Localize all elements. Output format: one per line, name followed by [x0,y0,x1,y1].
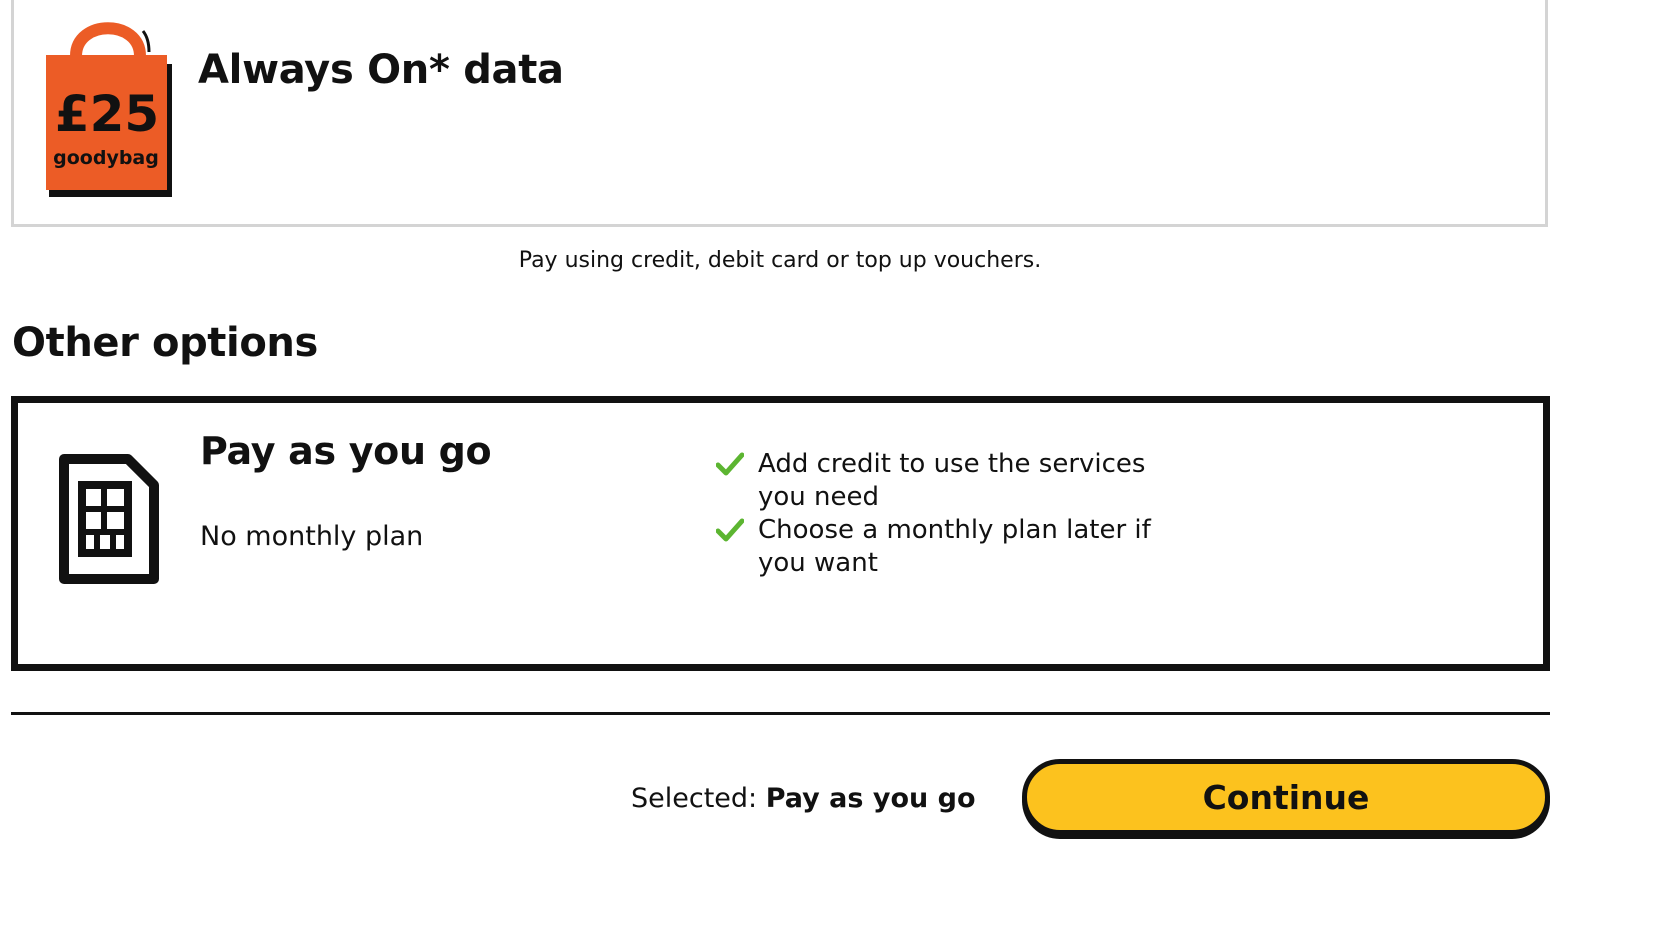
goodybag-logo: £25 goodybag [46,22,172,197]
sim-card-icon [59,454,159,584]
payment-note: Pay using credit, debit card or top up v… [518,248,1042,273]
check-icon [716,452,744,476]
continue-button[interactable]: Continue [1022,759,1550,835]
option-title: Pay as you go [200,429,492,473]
plan-selection-page: £25 goodybag Always On* data Pay using c… [0,0,1664,941]
selected-value: Pay as you go [765,783,976,814]
option-subtitle: No monthly plan [200,521,424,552]
pay-as-you-go-option-card[interactable]: Pay as you go No monthly plan Add credit… [11,396,1550,671]
goodybag-title: Always On* data [198,47,564,93]
feature-item: Choose a monthly plan later if you want [716,514,1186,580]
other-options-heading: Other options [12,320,318,366]
selected-label: Selected: [631,783,758,814]
check-icon [716,518,744,542]
feature-text: Add credit to use the services you need [758,449,1146,512]
footer-divider [11,712,1550,715]
feature-text: Choose a monthly plan later if you want [758,515,1151,578]
goodybag-brand: goodybag [53,147,159,169]
option-features: Add credit to use the services you need … [716,448,1186,580]
selected-summary: Selected: Pay as you go [631,783,976,814]
goodybag-amount: £25 [55,85,159,143]
goodybag-handle [70,22,146,62]
feature-item: Add credit to use the services you need [716,448,1186,514]
goodybag-card: £25 goodybag Always On* data [11,0,1548,227]
